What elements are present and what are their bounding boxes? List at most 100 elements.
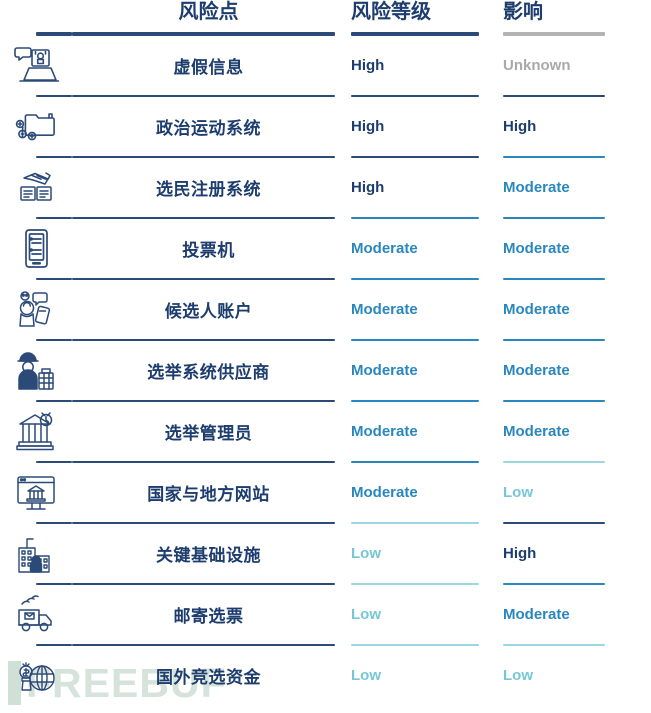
header-risk-point: 风险点 (72, 0, 345, 35)
risk-point-label: 候选人账户 (164, 301, 253, 321)
risk-point-label: 政治运动系统 (156, 118, 261, 138)
government-website-monitor-icon (13, 469, 59, 515)
foreign-funding-globe-money-icon (13, 652, 59, 698)
table-header: 风险点 风险等级 影响 (0, 0, 651, 35)
candidate-account-phone-icon (13, 286, 59, 332)
table-row: 国外竞选资金 Low Low (0, 643, 651, 706)
risk-level-cell: Moderate (345, 338, 497, 401)
risk-level-cell: Moderate (345, 460, 497, 523)
risk-icon-cell (0, 399, 72, 462)
risk-point-cell: 候选人账户 (72, 277, 345, 340)
risk-level-cell: Moderate (345, 216, 497, 279)
election-official-building-icon (13, 408, 59, 454)
table-body: 虚假信息 High Unknown 政治运动系统 High High 选民注册系统 High M… (0, 33, 651, 706)
risk-level-value: Low (351, 666, 381, 684)
header-risk-level-label: 风险等级 (351, 1, 431, 23)
impact-value: High (503, 117, 537, 135)
impact-value: Low (503, 483, 533, 501)
table-row: 国家与地方网站 Moderate Low (0, 460, 651, 523)
header-risk-level: 风险等级 (345, 0, 497, 35)
risk-point-cell: 选民注册系统 (72, 155, 345, 218)
impact-value: High (503, 544, 537, 562)
voter-registration-cards-icon (13, 164, 59, 210)
impact-cell: Moderate (497, 277, 651, 340)
risk-point-cell: 国家与地方网站 (72, 460, 345, 523)
impact-cell: Moderate (497, 582, 651, 645)
impact-cell: Moderate (497, 155, 651, 218)
risk-level-cell: Moderate (345, 399, 497, 462)
risk-point-label: 关键基础设施 (156, 545, 261, 565)
risk-level-value: Low (351, 544, 381, 562)
impact-value: Moderate (503, 605, 570, 623)
risk-point-label: 选民注册系统 (156, 179, 261, 199)
risk-level-value: Moderate (351, 361, 418, 379)
election-risk-table: 风险点 风险等级 影响 虚假信息 High Unknown 政治运动系统 High Hig… (0, 0, 651, 706)
risk-point-label: 国外竞选资金 (156, 667, 261, 687)
impact-value: Moderate (503, 361, 570, 379)
risk-icon-cell (0, 216, 72, 279)
risk-point-label: 邮寄选票 (173, 606, 244, 626)
table-row: 邮寄选票 Low Moderate (0, 582, 651, 645)
risk-point-cell: 虚假信息 (72, 33, 345, 96)
table-row: 投票机 Moderate Moderate (0, 216, 651, 279)
impact-cell: Moderate (497, 216, 651, 279)
risk-point-cell: 选举管理员 (72, 399, 345, 462)
impact-value: Moderate (503, 422, 570, 440)
risk-icon-cell (0, 521, 72, 584)
impact-cell: Moderate (497, 338, 651, 401)
risk-level-cell: Moderate (345, 277, 497, 340)
risk-point-label: 虚假信息 (173, 57, 244, 77)
risk-point-cell: 关键基础设施 (72, 521, 345, 584)
header-row: 风险点 风险等级 影响 (0, 0, 651, 35)
risk-level-value: Moderate (351, 239, 418, 257)
risk-level-cell: Low (345, 521, 497, 584)
risk-icon-cell (0, 33, 72, 96)
risk-level-value: High (351, 117, 385, 135)
risk-point-cell: 政治运动系统 (72, 94, 345, 157)
header-icon-label (0, 24, 72, 32)
risk-point-label: 投票机 (182, 240, 235, 260)
table-row: 虚假信息 High Unknown (0, 33, 651, 96)
impact-cell: Low (497, 460, 651, 523)
risk-point-label: 国家与地方网站 (147, 484, 270, 504)
risk-icon-cell (0, 582, 72, 645)
impact-value: Moderate (503, 178, 570, 196)
mail-truck-ballot-icon (13, 591, 59, 637)
risk-level-value: Moderate (351, 422, 418, 440)
risk-table-page: FREEBUF 风险点 风险等级 影响 虚假信息 High Unknown 政治… (0, 0, 651, 713)
impact-cell: High (497, 94, 651, 157)
risk-level-value: Low (351, 605, 381, 623)
risk-level-value: High (351, 56, 385, 74)
impact-value: Low (503, 666, 533, 684)
impact-value: Unknown (503, 56, 571, 74)
voting-machine-tablet-icon (13, 225, 59, 271)
impact-cell: Moderate (497, 399, 651, 462)
risk-level-value: Moderate (351, 483, 418, 501)
critical-infrastructure-lock-icon (13, 530, 59, 576)
risk-point-cell: 选举系统供应商 (72, 338, 345, 401)
header-impact: 影响 (497, 0, 651, 35)
risk-icon-cell (0, 277, 72, 340)
impact-cell: Low (497, 643, 651, 706)
risk-point-cell: 邮寄选票 (72, 582, 345, 645)
header-impact-label: 影响 (503, 1, 543, 23)
risk-icon-cell (0, 155, 72, 218)
risk-level-cell: Low (345, 582, 497, 645)
risk-point-label: 选举系统供应商 (147, 362, 270, 382)
folder-network-nodes-icon (13, 103, 59, 149)
laptop-speech-bubble-megaphone-icon (13, 42, 59, 88)
table-row: 选举系统供应商 Moderate Moderate (0, 338, 651, 401)
impact-cell: Unknown (497, 33, 651, 96)
header-icon-column (0, 0, 72, 35)
risk-icon-cell (0, 643, 72, 706)
table-row: 选民注册系统 High Moderate (0, 155, 651, 218)
risk-icon-cell (0, 94, 72, 157)
risk-icon-cell (0, 460, 72, 523)
table-row: 选举管理员 Moderate Moderate (0, 399, 651, 462)
risk-icon-cell (0, 338, 72, 401)
risk-level-value: Moderate (351, 300, 418, 318)
header-risk-point-label: 风险点 (178, 1, 239, 23)
risk-point-cell: 国外竞选资金 (72, 643, 345, 706)
table-row: 候选人账户 Moderate Moderate (0, 277, 651, 340)
risk-level-cell: High (345, 33, 497, 96)
